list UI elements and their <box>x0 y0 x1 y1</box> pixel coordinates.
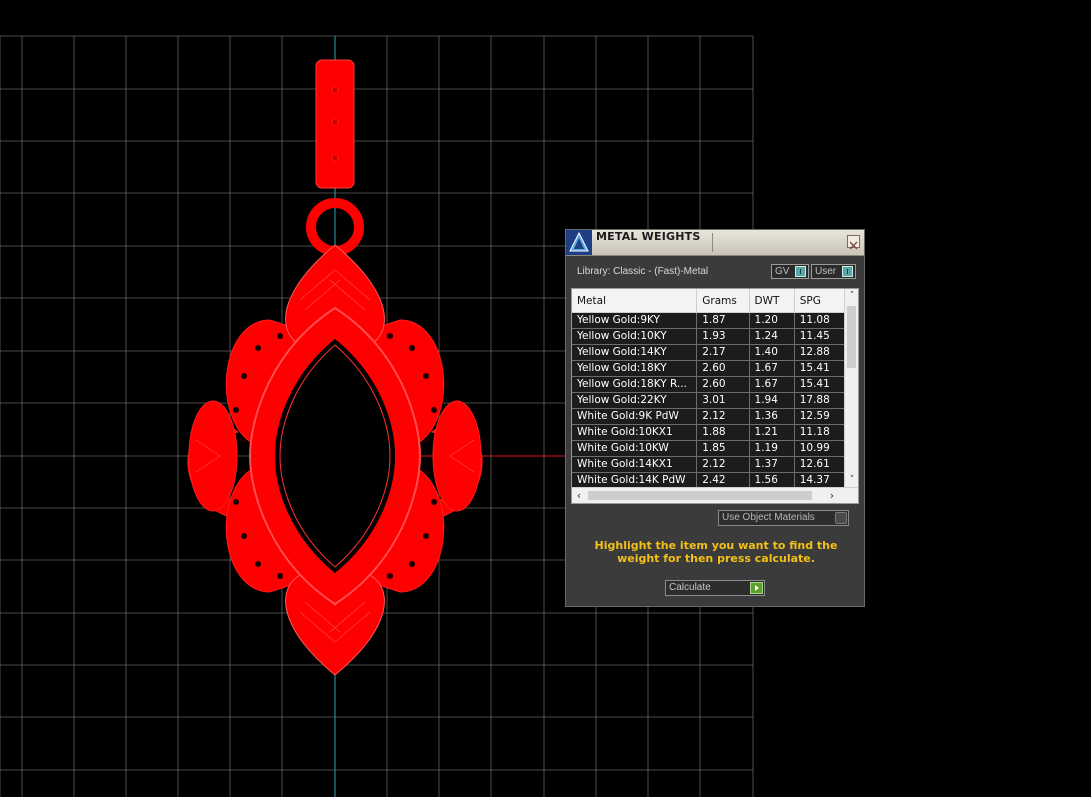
cell-dwt: 1.21 <box>749 424 795 441</box>
viewport[interactable] <box>0 0 1091 797</box>
cell-grams: 1.93 <box>696 328 750 345</box>
use-object-materials-toggle[interactable]: Use Object Materials <box>718 510 849 526</box>
panel-title: METAL WEIGHTS <box>596 230 701 243</box>
cell-dwt: 1.56 <box>749 472 795 487</box>
cell-spg: 12.59 <box>794 408 845 425</box>
library-label: Library: Classic - (Fast)-Metal <box>577 266 709 277</box>
column-header-dwt[interactable]: DWT <box>749 289 795 313</box>
toggle-switch-icon <box>835 512 847 524</box>
cell-grams: 1.85 <box>696 440 750 457</box>
cell-metal: White Gold:14KX1 <box>572 456 698 473</box>
instruction-text: Highlight the item you want to find the … <box>594 539 838 565</box>
cell-spg: 15.41 <box>794 360 845 377</box>
cell-spg: 11.45 <box>794 328 845 345</box>
pendant-model[interactable] <box>187 59 483 676</box>
table-row[interactable]: Yellow Gold:18KY R... 2.60 1.67 15.41 <box>572 376 845 393</box>
cell-spg: 12.61 <box>794 456 845 473</box>
cell-grams: 2.12 <box>696 456 750 473</box>
gv-toggle-switch-icon <box>795 266 806 277</box>
user-toggle-switch-icon <box>842 266 853 277</box>
cell-spg: 15.41 <box>794 376 845 393</box>
cell-dwt: 1.67 <box>749 376 795 393</box>
cell-dwt: 1.20 <box>749 312 795 329</box>
panel-titlebar[interactable]: METAL WEIGHTS <box>566 230 864 256</box>
use-object-materials-label: Use Object Materials <box>722 512 815 523</box>
table-row[interactable]: White Gold:9K PdW 2.12 1.36 12.59 <box>572 408 845 425</box>
play-arrow-icon <box>750 582 763 594</box>
table-row[interactable]: Yellow Gold:10KY 1.93 1.24 11.45 <box>572 328 845 345</box>
cell-metal: White Gold:10KX1 <box>572 424 698 441</box>
cell-spg: 12.88 <box>794 344 845 361</box>
cell-metal: Yellow Gold:22KY <box>572 392 698 409</box>
table-row[interactable]: Yellow Gold:22KY 3.01 1.94 17.88 <box>572 392 845 409</box>
table-row[interactable]: Yellow Gold:9KY 1.87 1.20 11.08 <box>572 312 845 329</box>
table-row[interactable]: White Gold:10KW 1.85 1.19 10.99 <box>572 440 845 457</box>
cell-dwt: 1.67 <box>749 360 795 377</box>
cell-grams: 2.17 <box>696 344 750 361</box>
cell-grams: 2.60 <box>696 360 750 377</box>
app-logo-icon <box>566 230 592 255</box>
cell-grams: 2.12 <box>696 408 750 425</box>
column-header-grams[interactable]: Grams <box>696 289 750 313</box>
user-toggle[interactable]: User <box>811 264 856 279</box>
calculate-button[interactable]: Calculate <box>665 580 765 596</box>
metal-weights-panel: METAL WEIGHTS Library: Classic - (Fast)-… <box>565 229 865 607</box>
title-divider <box>712 233 713 252</box>
horizontal-scrollbar[interactable]: ‹ › <box>572 487 858 503</box>
table-row[interactable]: White Gold:14K PdW 2.42 1.56 14.37 <box>572 472 845 487</box>
close-icon <box>849 241 858 250</box>
scroll-down-icon[interactable]: ˅ <box>846 473 858 487</box>
cell-metal: Yellow Gold:18KY R... <box>572 376 698 393</box>
table-row[interactable]: White Gold:10KX1 1.88 1.21 11.18 <box>572 424 845 441</box>
cell-spg: 10.99 <box>794 440 845 457</box>
cell-metal: Yellow Gold:9KY <box>572 312 698 329</box>
gv-toggle[interactable]: GV <box>771 264 809 279</box>
scroll-left-icon[interactable]: ‹ <box>572 488 586 503</box>
column-header-metal[interactable]: Metal <box>572 289 698 313</box>
cell-grams: 2.60 <box>696 376 750 393</box>
gv-toggle-label: GV <box>775 266 790 277</box>
table-header-row: Metal Grams DWT SPG <box>572 289 845 313</box>
scroll-up-icon[interactable]: ˄ <box>846 289 858 303</box>
metal-table[interactable]: Metal Grams DWT SPG Yellow Gold:9KY 1.87 1… <box>571 288 859 504</box>
cell-grams: 2.42 <box>696 472 750 487</box>
cell-spg: 17.88 <box>794 392 845 409</box>
horizontal-scroll-thumb[interactable] <box>588 491 812 500</box>
cell-spg: 11.08 <box>794 312 845 329</box>
cell-grams: 1.87 <box>696 312 750 329</box>
cell-grams: 3.01 <box>696 392 750 409</box>
table-row[interactable]: White Gold:14KX1 2.12 1.37 12.61 <box>572 456 845 473</box>
cell-metal: Yellow Gold:14KY <box>572 344 698 361</box>
cell-metal: Yellow Gold:18KY <box>572 360 698 377</box>
table-row[interactable]: Yellow Gold:14KY 2.17 1.40 12.88 <box>572 344 845 361</box>
cell-spg: 11.18 <box>794 424 845 441</box>
table-row[interactable]: Yellow Gold:18KY 2.60 1.67 15.41 <box>572 360 845 377</box>
cell-metal: White Gold:10KW <box>572 440 698 457</box>
close-button[interactable] <box>847 235 860 250</box>
cell-metal: Yellow Gold:10KY <box>572 328 698 345</box>
cell-dwt: 1.37 <box>749 456 795 473</box>
cell-dwt: 1.19 <box>749 440 795 457</box>
cell-dwt: 1.36 <box>749 408 795 425</box>
vertical-scroll-thumb[interactable] <box>847 306 856 368</box>
cell-spg: 14.37 <box>794 472 845 487</box>
cell-metal: White Gold:14K PdW <box>572 472 698 487</box>
cell-dwt: 1.24 <box>749 328 795 345</box>
scroll-right-icon[interactable]: › <box>825 488 839 503</box>
user-toggle-label: User <box>815 266 837 277</box>
column-header-spg[interactable]: SPG <box>794 289 845 313</box>
cell-dwt: 1.94 <box>749 392 795 409</box>
cell-metal: White Gold:9K PdW <box>572 408 698 425</box>
vertical-scrollbar[interactable]: ˄ ˅ <box>844 289 858 487</box>
cell-dwt: 1.40 <box>749 344 795 361</box>
cell-grams: 1.88 <box>696 424 750 441</box>
calculate-label: Calculate <box>669 582 711 593</box>
